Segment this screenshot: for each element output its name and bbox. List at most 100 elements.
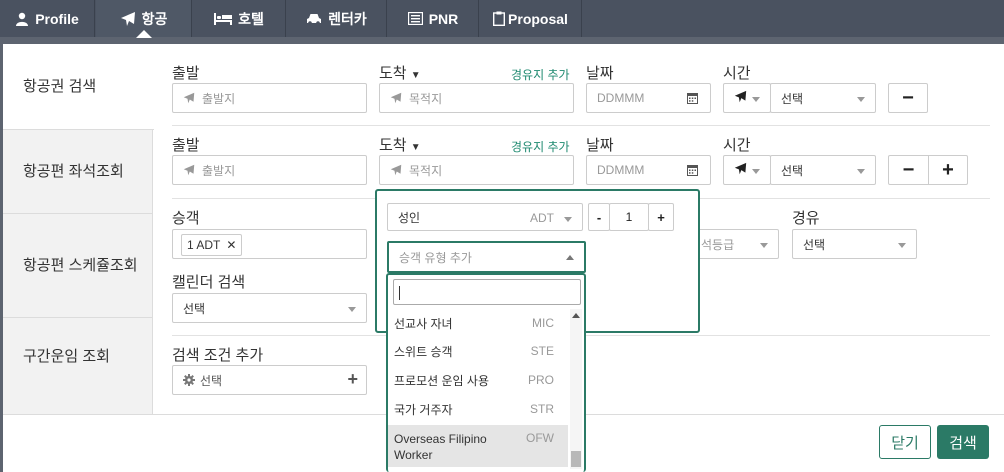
app-root: Profile 항공 호텔 렌터카 PNR Proposal 항공권 검색 항공… xyxy=(0,0,1004,472)
time-type-select[interactable] xyxy=(723,155,771,185)
dest-placeholder: 목적지 xyxy=(409,163,443,178)
plane-icon xyxy=(390,164,402,176)
origin-placeholder: 출발지 xyxy=(202,91,236,106)
option-label: Overseas Filipino Worker xyxy=(394,432,487,462)
tab-hotel-label: 호텔 xyxy=(238,10,264,27)
chevron-down-icon xyxy=(898,243,906,248)
extra-conditions-label: 검색 조건 추가 xyxy=(172,347,264,364)
time-select[interactable]: 선택 xyxy=(770,83,876,113)
passenger-count[interactable]: 1 xyxy=(609,203,649,231)
plane-icon xyxy=(183,92,195,104)
tab-rentcar[interactable]: 렌터카 xyxy=(287,0,387,37)
search-button[interactable]: 검색 xyxy=(937,425,989,459)
option-code: PRO xyxy=(527,373,554,387)
passengers-label: 승객 xyxy=(172,210,200,227)
passenger-type-select[interactable]: 성인 ADT xyxy=(387,203,583,231)
origin-input[interactable]: 출발지 xyxy=(172,155,367,185)
passenger-chip: 1 ADT ✕ xyxy=(181,234,243,256)
tab-proposal[interactable]: Proposal xyxy=(480,0,582,37)
time-select[interactable]: 선택 xyxy=(770,155,876,185)
chevron-down-icon xyxy=(752,97,760,102)
close-icon[interactable]: ✕ xyxy=(226,238,236,252)
time-value: 선택 xyxy=(781,91,804,106)
origin-label: 출발 xyxy=(172,137,200,154)
dropdown-option[interactable]: 선교사 자녀 MIC xyxy=(388,313,568,333)
tab-profile-label: Profile xyxy=(35,10,79,27)
dropdown-search-input[interactable] xyxy=(393,279,581,305)
plane-icon xyxy=(734,162,747,178)
dropdown-scrollbar[interactable] xyxy=(570,309,582,469)
sidebar-item-label: 항공권 검색 xyxy=(23,77,97,95)
sidebar-item-label: 항공편 좌석조회 xyxy=(23,162,124,180)
via-label: 경유 xyxy=(792,210,820,227)
origin-input[interactable]: 출발지 xyxy=(172,83,367,113)
extra-conditions-select[interactable]: 선택 + xyxy=(172,365,367,395)
via-select[interactable]: 선택 xyxy=(792,229,917,259)
tab-hotel[interactable]: 호텔 xyxy=(193,0,286,37)
plane-icon xyxy=(120,11,136,27)
dest-label: 도착 xyxy=(379,137,407,154)
add-segment-button[interactable]: + xyxy=(928,155,968,185)
scroll-up-icon[interactable] xyxy=(572,313,580,318)
add-passenger-type-placeholder: 승객 유형 추가 xyxy=(399,250,472,265)
tab-profile[interactable]: Profile xyxy=(0,0,95,37)
text-cursor xyxy=(399,286,400,300)
sidebar-item-seat-availability[interactable]: 항공편 좌석조회 xyxy=(3,130,153,214)
dropdown-option-highlighted[interactable]: Overseas Filipino Worker OFW xyxy=(388,425,568,467)
dropdown-option[interactable]: 스위트 승객 STE xyxy=(388,339,568,363)
option-label: 스위트 승객 xyxy=(394,344,453,359)
sidebar-item-label: 항공편 스케쥴조회 xyxy=(23,256,138,274)
close-button[interactable]: 닫기 xyxy=(879,425,931,459)
caret-down-icon: ▼ xyxy=(410,142,421,153)
calendar-search-value: 선택 xyxy=(183,301,206,316)
chevron-up-icon xyxy=(566,255,574,260)
bed-icon xyxy=(214,12,233,25)
dest-label-wrap[interactable]: 도착 ▼ xyxy=(379,134,421,155)
plus-icon[interactable]: + xyxy=(347,369,358,390)
passenger-chip-label: 1 ADT xyxy=(187,238,221,252)
scrollbar-thumb[interactable] xyxy=(571,451,581,467)
chevron-down-icon xyxy=(760,243,768,248)
calendar-icon xyxy=(687,164,698,179)
tab-air[interactable]: 항공 xyxy=(96,0,192,38)
date-placeholder: DDMMM xyxy=(597,163,645,177)
dest-input[interactable]: 목적지 xyxy=(379,83,574,113)
date-input[interactable]: DDMMM xyxy=(586,155,711,185)
dest-label: 도착 xyxy=(379,65,407,82)
add-stopover-link[interactable]: 경유지 추가 xyxy=(511,66,570,83)
date-input[interactable]: DDMMM xyxy=(586,83,711,113)
row-divider xyxy=(172,125,990,126)
dropdown-option[interactable]: 프로모션 운임 사용 PRO xyxy=(388,368,568,392)
calendar-icon xyxy=(687,92,698,107)
dest-placeholder: 목적지 xyxy=(409,91,443,106)
time-type-select[interactable] xyxy=(723,83,771,113)
option-code: STR xyxy=(530,402,554,416)
origin-placeholder: 출발지 xyxy=(202,163,236,178)
extra-conditions-value: 선택 xyxy=(200,373,223,388)
add-passenger-type-select[interactable]: 승객 유형 추가 xyxy=(387,241,586,273)
clipboard-icon xyxy=(493,11,506,26)
decrement-button[interactable]: - xyxy=(588,203,610,231)
tab-proposal-label: Proposal xyxy=(508,10,568,27)
plane-icon xyxy=(183,164,195,176)
passenger-type-code: ADT xyxy=(530,211,554,225)
sidebar-item-label: 구간운임 조회 xyxy=(23,348,110,365)
dest-label-wrap[interactable]: 도착 ▼ xyxy=(379,62,421,83)
origin-label: 출발 xyxy=(172,65,200,82)
sidebar: 항공권 검색 항공편 좌석조회 항공편 스케쥴조회 구간운임 조회 xyxy=(3,44,154,414)
remove-segment-button[interactable]: − xyxy=(888,83,928,113)
date-placeholder: DDMMM xyxy=(597,91,645,105)
sidebar-item-fare[interactable]: 구간운임 조회 xyxy=(3,318,153,396)
increment-button[interactable]: + xyxy=(648,203,674,231)
tab-rentcar-label: 렌터카 xyxy=(328,10,367,27)
add-stopover-link[interactable]: 경유지 추가 xyxy=(511,138,570,155)
remove-segment-button[interactable]: − xyxy=(888,155,929,185)
passenger-type-dropdown: 선교사 자녀 MIC 스위트 승객 STE 프로모션 운임 사용 PRO 국가 … xyxy=(386,273,586,472)
dest-input[interactable]: 목적지 xyxy=(379,155,574,185)
calendar-search-select[interactable]: 선택 xyxy=(172,293,367,323)
sidebar-item-schedule[interactable]: 항공편 스케쥴조회 xyxy=(3,214,153,318)
dropdown-option[interactable]: 국가 거주자 STR xyxy=(388,397,568,421)
sidebar-item-ticket-search[interactable]: 항공권 검색 xyxy=(3,44,154,130)
tab-pnr[interactable]: PNR xyxy=(388,0,479,37)
chevron-down-icon xyxy=(348,307,356,312)
